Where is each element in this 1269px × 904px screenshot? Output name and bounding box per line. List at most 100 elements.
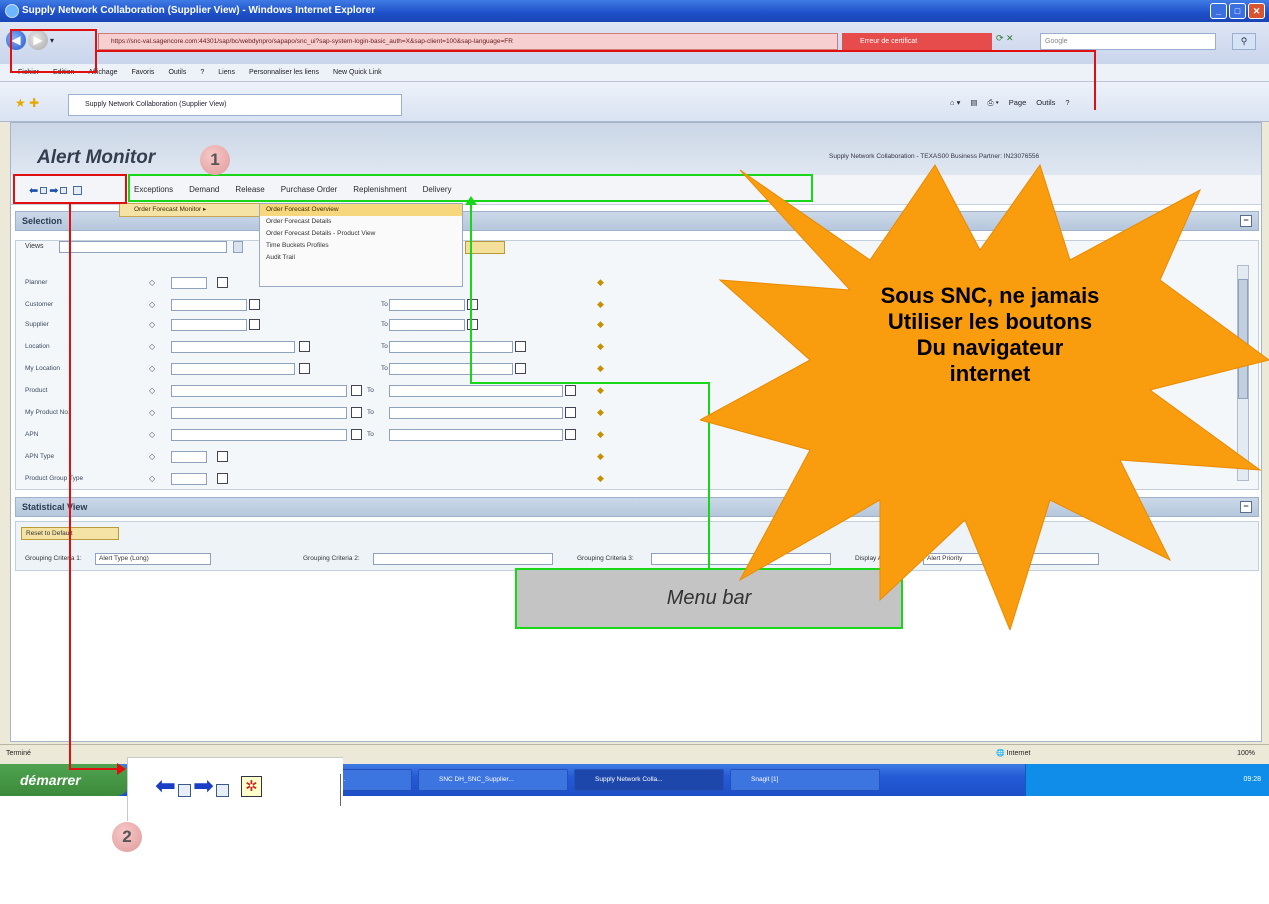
value-help-icon[interactable] <box>217 277 228 288</box>
menu-outils[interactable]: Outils <box>168 69 186 76</box>
submenu-item-time-buckets[interactable]: Time Buckets Profiles <box>260 240 462 252</box>
grouping-criteria-2-select[interactable] <box>373 553 553 565</box>
apn-type-input[interactable] <box>171 451 207 463</box>
back-arrow-icon[interactable]: ⬅ <box>155 774 176 799</box>
option-icon[interactable]: ◇ <box>149 364 155 373</box>
apn-from-input[interactable] <box>171 429 347 441</box>
search-icon[interactable]: ⚲ <box>1232 33 1256 50</box>
option-icon[interactable]: ◇ <box>149 452 155 461</box>
certificate-error-badge[interactable]: Erreur de certificat <box>842 33 992 50</box>
multi-select-icon[interactable]: ◆ <box>597 429 604 440</box>
submenu-item-overview[interactable]: Order Forecast Overview <box>260 204 462 216</box>
view-select[interactable] <box>59 241 227 253</box>
planner-input[interactable] <box>171 277 207 289</box>
field-row: Customer ◇ To ◆ <box>25 299 625 313</box>
supplier-from-input[interactable] <box>171 319 247 331</box>
customer-to-input[interactable] <box>389 299 465 311</box>
page-menu[interactable]: Page <box>1009 98 1027 108</box>
minimize-button[interactable]: _ <box>1210 3 1227 19</box>
tools-menu[interactable]: Outils <box>1036 98 1055 108</box>
option-icon[interactable]: ◇ <box>149 342 155 351</box>
multi-select-icon[interactable]: ◆ <box>597 363 604 374</box>
multi-select-icon[interactable]: ◆ <box>597 451 604 462</box>
task-snc-doc[interactable]: SNC DH_SNC_Supplier... <box>418 769 568 791</box>
my-product-to-input[interactable] <box>389 407 563 419</box>
grouping-criteria-1-select[interactable]: Alert Type (Long) <box>95 553 211 565</box>
connector-line <box>1094 50 1096 110</box>
value-help-icon[interactable] <box>515 341 526 352</box>
value-help-icon[interactable] <box>565 407 576 418</box>
value-help-icon[interactable] <box>351 385 362 396</box>
submenu-item-audit-trail[interactable]: Audit Trail <box>260 252 462 264</box>
value-help-icon[interactable] <box>351 407 362 418</box>
help-icon[interactable]: ? <box>1065 98 1069 108</box>
task-snagit[interactable]: Snagit [1] <box>730 769 880 791</box>
favorites-star-icon[interactable]: ★ ✚ <box>15 96 39 110</box>
value-help-icon[interactable] <box>467 299 478 310</box>
value-help-icon[interactable] <box>217 473 228 484</box>
multi-select-icon[interactable]: ◆ <box>597 407 604 418</box>
feeds-icon[interactable]: ▤ <box>970 98 977 108</box>
multi-select-icon[interactable]: ◆ <box>597 319 604 330</box>
multi-select-icon[interactable]: ◆ <box>597 277 604 288</box>
print-icon[interactable]: ⎙ ▾ <box>987 98 998 108</box>
customer-from-input[interactable] <box>171 299 247 311</box>
product-from-input[interactable] <box>171 385 347 397</box>
refresh-stop-icons[interactable]: ⟳ ✕ <box>996 33 1014 44</box>
back-history-icon[interactable] <box>177 784 191 797</box>
supplier-to-input[interactable] <box>389 319 465 331</box>
url-field[interactable]: https://snc-val.sagencore.com:44301/sap/… <box>98 33 838 50</box>
step-badge-1: 1 <box>200 145 230 175</box>
multi-select-icon[interactable]: ◆ <box>597 299 604 310</box>
browser-tab[interactable]: Supply Network Collaboration (Supplier V… <box>68 94 402 116</box>
forward-arrow-icon[interactable]: ➡ <box>193 774 214 799</box>
field-row: Product Group Type ◇ ◆ <box>25 473 625 487</box>
value-help-icon[interactable] <box>467 319 478 330</box>
field-label: Planner <box>25 279 48 286</box>
maximize-button[interactable]: □ <box>1229 3 1246 19</box>
option-icon[interactable]: ◇ <box>149 474 155 483</box>
location-from-input[interactable] <box>171 341 295 353</box>
link-personnaliser[interactable]: Personnaliser les liens <box>249 69 319 76</box>
home-icon[interactable]: ⌂ ▾ <box>950 98 960 108</box>
menu-help[interactable]: ? <box>200 69 204 76</box>
multi-select-icon[interactable]: ◆ <box>597 385 604 396</box>
option-icon[interactable]: ◇ <box>149 278 155 287</box>
link-new-quick[interactable]: New Quick Link <box>333 69 382 76</box>
option-icon[interactable]: ◇ <box>149 430 155 439</box>
value-help-icon[interactable] <box>515 363 526 374</box>
product-group-type-input[interactable] <box>171 473 207 485</box>
option-icon[interactable]: ◇ <box>149 408 155 417</box>
close-button[interactable]: ✕ <box>1248 3 1265 19</box>
new-session-icon[interactable]: ✲ <box>240 776 262 797</box>
product-to-input[interactable] <box>389 385 563 397</box>
submenu-item-details[interactable]: Order Forecast Details <box>260 216 462 228</box>
apn-to-input[interactable] <box>389 429 563 441</box>
location-to-input[interactable] <box>389 341 513 353</box>
option-icon[interactable]: ◇ <box>149 320 155 329</box>
arrowhead-icon <box>465 196 477 205</box>
value-help-icon[interactable] <box>299 341 310 352</box>
submenu-order-forecast-monitor[interactable]: Order Forecast Monitor ▸ <box>119 203 267 217</box>
multi-select-icon[interactable]: ◆ <box>597 473 604 484</box>
option-icon[interactable]: ◇ <box>149 386 155 395</box>
task-supply-network[interactable]: Supply Network Colla... <box>574 769 724 791</box>
option-icon[interactable]: ◇ <box>149 300 155 309</box>
view-dropdown-icon[interactable] <box>233 241 243 253</box>
value-help-icon[interactable] <box>249 319 260 330</box>
value-help-icon[interactable] <box>565 385 576 396</box>
multi-select-icon[interactable]: ◆ <box>597 341 604 352</box>
value-help-icon[interactable] <box>565 429 576 440</box>
value-help-icon[interactable] <box>217 451 228 462</box>
zoom-level[interactable]: 100% <box>1237 745 1255 763</box>
submenu-item-product-view[interactable]: Order Forecast Details - Product View <box>260 228 462 240</box>
value-help-icon[interactable] <box>351 429 362 440</box>
value-help-icon[interactable] <box>249 299 260 310</box>
my-location-to-input[interactable] <box>389 363 513 375</box>
menu-favoris[interactable]: Favoris <box>131 69 154 76</box>
value-help-icon[interactable] <box>299 363 310 374</box>
forward-history-icon[interactable] <box>215 784 229 797</box>
my-location-from-input[interactable] <box>171 363 295 375</box>
my-product-from-input[interactable] <box>171 407 347 419</box>
search-input[interactable]: Google <box>1040 33 1216 50</box>
